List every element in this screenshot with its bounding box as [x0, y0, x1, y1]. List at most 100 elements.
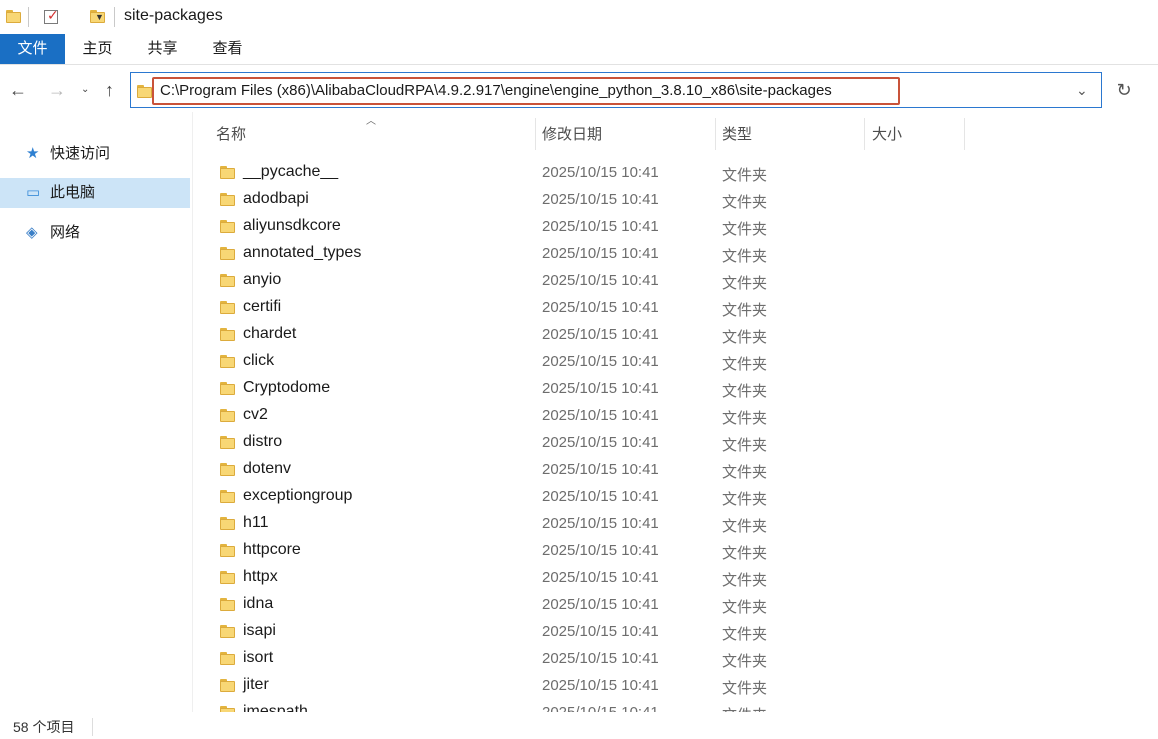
column-header-date[interactable]: 修改日期: [542, 120, 602, 150]
table-row[interactable]: cv2 2025/10/15 10:41 文件夹: [210, 402, 970, 429]
status-divider: [92, 718, 93, 736]
table-row[interactable]: distro 2025/10/15 10:41 文件夹: [210, 429, 970, 456]
table-row[interactable]: click 2025/10/15 10:41 文件夹: [210, 348, 970, 375]
sidebar-item-network[interactable]: ◈ 网络: [0, 218, 190, 248]
folder-icon: [220, 543, 236, 557]
file-name: jmespath: [243, 703, 308, 712]
file-date: 2025/10/15 10:41: [542, 191, 659, 208]
quick-access-toolbar-dropdown-icon[interactable]: ▼: [95, 12, 104, 22]
table-row[interactable]: chardet 2025/10/15 10:41 文件夹: [210, 321, 970, 348]
file-date: 2025/10/15 10:41: [542, 353, 659, 370]
file-date: 2025/10/15 10:41: [542, 488, 659, 505]
column-header-name[interactable]: 名称: [216, 120, 246, 150]
file-type: 文件夹: [722, 329, 768, 346]
column-divider[interactable]: [715, 118, 716, 150]
title-bar: ✓ ▼ site-packages: [0, 0, 1158, 34]
refresh-icon[interactable]: ↻: [1104, 72, 1144, 108]
network-icon: ◈: [26, 224, 38, 241]
arrow-up-icon[interactable]: ↑: [105, 80, 114, 101]
table-row[interactable]: dotenv 2025/10/15 10:41 文件夹: [210, 456, 970, 483]
file-name: click: [243, 352, 275, 369]
file-date: 2025/10/15 10:41: [542, 326, 659, 343]
table-row[interactable]: aliyunsdkcore 2025/10/15 10:41 文件夹: [210, 213, 970, 240]
chevron-down-icon[interactable]: ⌄: [81, 84, 89, 95]
sidebar-divider: [192, 112, 193, 712]
file-type: 文件夹: [722, 383, 768, 400]
file-name: idna: [243, 595, 274, 612]
file-name: jiter: [243, 676, 269, 693]
file-type: 文件夹: [722, 680, 768, 697]
tab-home[interactable]: 主页: [70, 34, 125, 64]
table-row[interactable]: httpx 2025/10/15 10:41 文件夹: [210, 564, 970, 591]
tab-file[interactable]: 文件: [0, 34, 65, 64]
file-name: Cryptodome: [243, 379, 331, 396]
table-row[interactable]: exceptiongroup 2025/10/15 10:41 文件夹: [210, 483, 970, 510]
table-row[interactable]: isort 2025/10/15 10:41 文件夹: [210, 645, 970, 672]
sidebar-item-this-pc[interactable]: ▭ 此电脑: [0, 178, 190, 208]
column-divider[interactable]: [535, 118, 536, 150]
arrow-right-icon[interactable]: →: [48, 80, 66, 101]
file-list: __pycache__ 2025/10/15 10:41 文件夹 adodbapi 2…: [210, 150, 970, 712]
table-row[interactable]: Cryptodome 2025/10/15 10:41 文件夹: [210, 375, 970, 402]
address-history-chevron-icon[interactable]: ⌄: [1076, 82, 1088, 99]
file-type: 文件夹: [722, 194, 768, 211]
sidebar-item-label: 快速访问: [50, 145, 111, 162]
file-type: 文件夹: [722, 545, 768, 562]
address-path[interactable]: C:\Program Files (x86)\AlibabaCloudRPA\4…: [160, 82, 832, 99]
file-date: 2025/10/15 10:41: [542, 569, 659, 586]
folder-icon: [220, 327, 236, 341]
star-icon: ★: [26, 145, 40, 162]
file-name: annotated_types: [243, 244, 362, 261]
ribbon-tabs: 文件 主页 共享 查看: [0, 34, 1158, 64]
file-type: 文件夹: [722, 599, 768, 616]
folder-icon: [220, 678, 236, 692]
file-date: 2025/10/15 10:41: [542, 434, 659, 451]
table-row[interactable]: h11 2025/10/15 10:41 文件夹: [210, 510, 970, 537]
file-name: distro: [243, 433, 283, 450]
file-name: isapi: [243, 622, 276, 639]
column-header-type[interactable]: 类型: [722, 120, 752, 150]
file-type: 文件夹: [722, 626, 768, 643]
folder-icon: [220, 273, 236, 287]
column-divider[interactable]: [964, 118, 965, 150]
table-row[interactable]: anyio 2025/10/15 10:41 文件夹: [210, 267, 970, 294]
table-row[interactable]: jiter 2025/10/15 10:41 文件夹: [210, 672, 970, 699]
table-row[interactable]: annotated_types 2025/10/15 10:41 文件夹: [210, 240, 970, 267]
file-name: certifi: [243, 298, 282, 315]
properties-check-icon[interactable]: ✓: [44, 7, 59, 24]
tab-share[interactable]: 共享: [135, 34, 190, 64]
arrow-left-icon[interactable]: ←: [9, 80, 27, 101]
file-type: 文件夹: [722, 437, 768, 454]
file-name: cv2: [243, 406, 268, 423]
file-name: exceptiongroup: [243, 487, 353, 504]
file-name: dotenv: [243, 460, 292, 477]
column-header-size[interactable]: 大小: [872, 120, 902, 150]
file-type: 文件夹: [722, 221, 768, 238]
table-row[interactable]: __pycache__ 2025/10/15 10:41 文件夹: [210, 159, 970, 186]
table-row[interactable]: httpcore 2025/10/15 10:41 文件夹: [210, 537, 970, 564]
table-row[interactable]: isapi 2025/10/15 10:41 文件夹: [210, 618, 970, 645]
folder-icon: [220, 246, 236, 260]
file-type: 文件夹: [722, 572, 768, 589]
table-row[interactable]: certifi 2025/10/15 10:41 文件夹: [210, 294, 970, 321]
table-row[interactable]: idna 2025/10/15 10:41 文件夹: [210, 591, 970, 618]
file-date: 2025/10/15 10:41: [542, 704, 659, 712]
ribbon-divider: [0, 64, 1158, 65]
item-count: 58 个项目: [13, 719, 75, 735]
tab-view[interactable]: 查看: [200, 34, 255, 64]
file-date: 2025/10/15 10:41: [542, 596, 659, 613]
column-divider[interactable]: [864, 118, 865, 150]
table-row[interactable]: jmespath 2025/10/15 10:41 文件夹: [210, 699, 970, 712]
file-type: 文件夹: [722, 704, 767, 712]
table-row[interactable]: adodbapi 2025/10/15 10:41 文件夹: [210, 186, 970, 213]
file-date: 2025/10/15 10:41: [542, 164, 659, 181]
folder-icon: [220, 705, 236, 712]
file-type: 文件夹: [722, 275, 768, 292]
file-name: isort: [243, 649, 274, 666]
file-name: anyio: [243, 271, 282, 288]
sidebar-item-quick-access[interactable]: ★ 快速访问: [0, 139, 190, 169]
folder-icon: [220, 624, 236, 638]
folder-icon: [220, 651, 236, 665]
file-name: h11: [243, 514, 269, 531]
sidebar-item-label: 此电脑: [50, 184, 96, 201]
